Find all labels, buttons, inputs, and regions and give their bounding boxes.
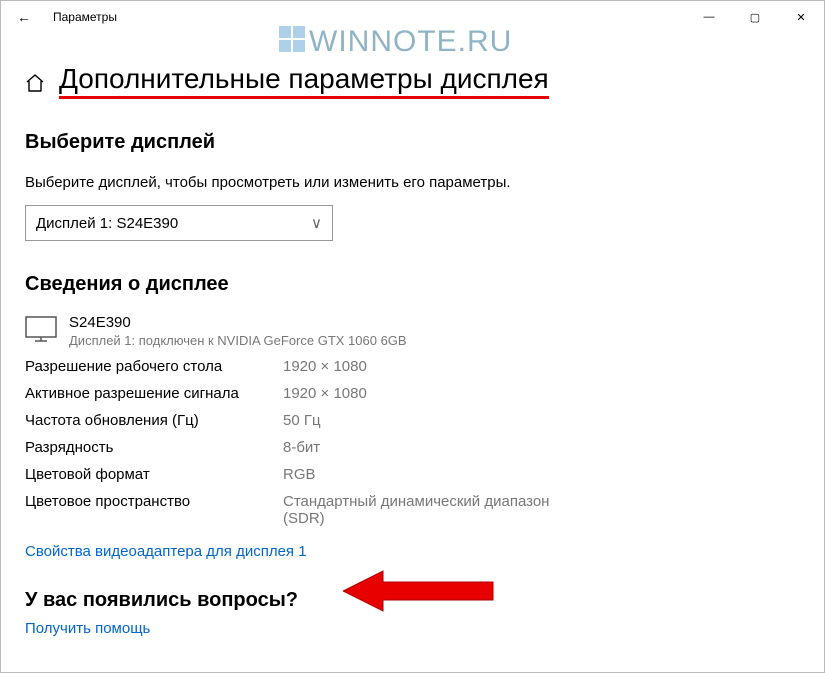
close-button[interactable]: ✕ — [778, 1, 824, 33]
spec-label: Частота обновления (Гц) — [25, 412, 283, 429]
spec-row: Разрешение рабочего стола 1920 × 1080 — [25, 358, 800, 375]
spec-value: 1920 × 1080 — [283, 385, 367, 402]
choose-display-heading: Выберите дисплей — [25, 131, 800, 154]
spec-value: 50 Гц — [283, 412, 321, 429]
window-title: Параметры — [53, 10, 117, 24]
page-title: Дополнительные параметры дисплея — [59, 63, 549, 99]
spec-label: Цветовой формат — [25, 466, 283, 483]
spec-row: Цветовое пространство Стандартный динами… — [25, 493, 800, 527]
display-name: S24E390 — [69, 314, 407, 331]
maximize-button[interactable]: ▢ — [732, 1, 778, 33]
annotation-arrow-icon — [343, 566, 503, 616]
spec-value: Стандартный динамический диапазон (SDR) — [283, 493, 583, 527]
spec-row: Цветовой формат RGB — [25, 466, 800, 483]
get-help-link[interactable]: Получить помощь — [25, 620, 150, 637]
back-button[interactable]: ← — [1, 1, 47, 33]
spec-label: Цветовое пространство — [25, 493, 283, 527]
window-controls: — ▢ ✕ — [686, 1, 824, 33]
spec-value: 8-бит — [283, 439, 320, 456]
spec-row: Активное разрешение сигнала 1920 × 1080 — [25, 385, 800, 402]
spec-label: Разрядность — [25, 439, 283, 456]
chevron-down-icon: ∨ — [311, 214, 322, 232]
watermark: WINNOTE.RU — [279, 25, 512, 59]
page-header: Дополнительные параметры дисплея — [25, 63, 800, 99]
display-connection: Дисплей 1: подключен к NVIDIA GeForce GT… — [69, 333, 407, 348]
display-info-heading: Сведения о дисплее — [25, 273, 800, 296]
spec-row: Разрядность 8-бит — [25, 439, 800, 456]
watermark-text: WINNOTE.RU — [309, 25, 512, 58]
choose-display-prompt: Выберите дисплей, чтобы просмотреть или … — [25, 174, 525, 191]
windows-flag-icon — [279, 26, 307, 54]
spec-value: RGB — [283, 466, 316, 483]
display-select-value: Дисплей 1: S24E390 — [36, 215, 178, 232]
adapter-properties-link[interactable]: Свойства видеоадаптера для дисплея 1 — [25, 543, 307, 560]
spec-label: Активное разрешение сигнала — [25, 385, 283, 402]
home-icon[interactable] — [25, 73, 45, 93]
spec-label: Разрешение рабочего стола — [25, 358, 283, 375]
spec-row: Частота обновления (Гц) 50 Гц — [25, 412, 800, 429]
minimize-button[interactable]: — — [686, 1, 732, 33]
display-identity: S24E390 Дисплей 1: подключен к NVIDIA Ge… — [25, 314, 800, 348]
spec-value: 1920 × 1080 — [283, 358, 367, 375]
display-select[interactable]: Дисплей 1: S24E390 ∨ — [25, 205, 333, 241]
monitor-icon — [25, 316, 57, 342]
